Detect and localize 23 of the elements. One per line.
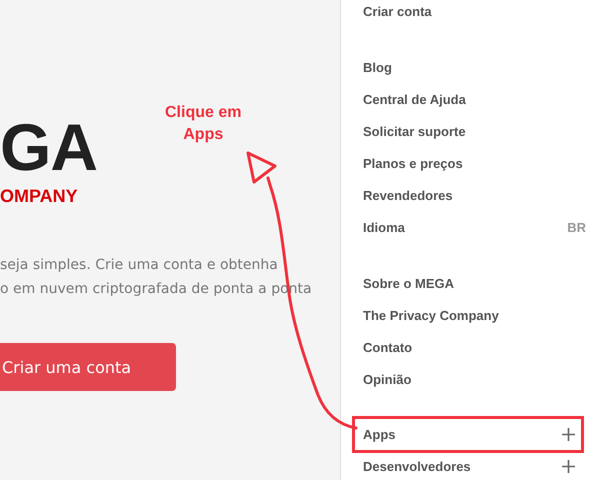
menu-item[interactable]: Criar conta	[363, 4, 432, 18]
menu-item[interactable]: Desenvolvedores	[363, 459, 471, 474]
menu-item[interactable]: Blog	[363, 60, 392, 74]
menu-item[interactable]: Contato	[363, 340, 412, 354]
plus-icon[interactable]	[562, 460, 575, 473]
create-account-button[interactable]: Criar uma conta	[0, 343, 176, 391]
logo-tagline: OMPANY	[0, 186, 78, 207]
menu-item[interactable]: Idioma	[363, 220, 405, 234]
logo-text: GA	[0, 112, 97, 182]
annotation-text: Clique em	[165, 103, 242, 123]
plus-icon[interactable]	[562, 428, 575, 441]
menu-row[interactable]: Apps	[352, 416, 584, 453]
menu-item[interactable]: Opinião	[363, 372, 412, 386]
menu-item[interactable]: Central de Ajuda	[363, 92, 466, 106]
menu-item[interactable]: Planos e preços	[363, 156, 463, 170]
annotation-text: Apps	[183, 125, 224, 145]
language-code: BR	[567, 220, 586, 234]
intro-text: seja simples. Crie uma conta e obtenha	[0, 257, 278, 273]
menu-item[interactable]: Solicitar suporte	[363, 124, 466, 138]
menu-item[interactable]: Revendedores	[363, 188, 453, 202]
menu-item[interactable]: The Privacy Company	[363, 308, 499, 322]
menu-item[interactable]: Sobre o MEGA	[363, 276, 454, 290]
menu-item[interactable]: Apps	[363, 427, 396, 442]
